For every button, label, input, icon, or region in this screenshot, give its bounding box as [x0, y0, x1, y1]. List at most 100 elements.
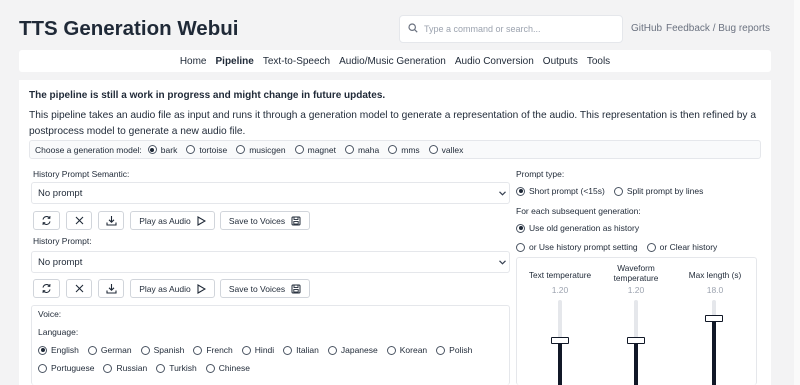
play-icon: [197, 283, 206, 294]
text-temperature-value: 1.20: [551, 285, 569, 295]
prompt-type-label: Prompt type:: [516, 169, 565, 179]
language-option-italian[interactable]: Italian: [283, 345, 319, 355]
command-search[interactable]: [399, 15, 623, 43]
model-option-musicgen[interactable]: musicgen: [236, 145, 286, 155]
model-option-magnet[interactable]: magnet: [294, 145, 336, 155]
radio-selected[interactable]: [38, 345, 47, 355]
github-link[interactable]: GitHub: [631, 23, 662, 34]
main-nav: Home Pipeline Text-to-Speech Audio/Music…: [19, 50, 771, 72]
download-button[interactable]: [98, 279, 124, 298]
language-option-portuguese[interactable]: Portuguese: [38, 363, 94, 373]
language-option-chinese[interactable]: Chinese: [205, 363, 250, 373]
page-scrollbar[interactable]: [794, 0, 800, 385]
play-as-audio-button[interactable]: Play as Audio: [130, 211, 215, 230]
tab-audio-conversion[interactable]: Audio Conversion: [455, 56, 534, 67]
radio[interactable]: [646, 242, 656, 252]
close-icon: [75, 216, 84, 225]
radio[interactable]: [186, 145, 196, 154]
model-label: Choose a generation model:: [35, 144, 142, 155]
radio-selected[interactable]: [516, 186, 525, 196]
language-option-spanish[interactable]: Spanish: [140, 345, 184, 355]
radio[interactable]: [436, 345, 446, 355]
history-prompt-select[interactable]: No prompt: [31, 251, 510, 273]
radio[interactable]: [156, 363, 166, 373]
clear-button[interactable]: [66, 211, 92, 230]
radio[interactable]: [87, 345, 97, 355]
clear-button[interactable]: [66, 279, 92, 298]
radio[interactable]: [241, 345, 251, 355]
radio[interactable]: [283, 345, 293, 355]
text-temperature-slider-handle[interactable]: [551, 337, 569, 344]
model-option-mms[interactable]: mms: [388, 145, 420, 155]
prompt-type-options: Short prompt (<15s) Split prompt by line…: [516, 186, 712, 196]
history-prompt-semantic-select[interactable]: No prompt: [31, 182, 510, 204]
tab-text-to-speech[interactable]: Text-to-Speech: [263, 56, 330, 67]
save-icon: [291, 284, 301, 294]
language-option-korean[interactable]: Korean: [386, 345, 427, 355]
radio[interactable]: [516, 242, 525, 252]
tab-tools[interactable]: Tools: [587, 56, 610, 67]
save-icon: [291, 216, 301, 226]
clear-history-option[interactable]: or Clear history: [646, 242, 717, 252]
language-option-french[interactable]: French: [193, 345, 233, 355]
radio[interactable]: [103, 363, 113, 373]
tab-pipeline[interactable]: Pipeline: [216, 56, 254, 67]
language-option-turkish[interactable]: Turkish: [156, 363, 197, 373]
save-to-voices-button[interactable]: Save to Voices: [220, 211, 310, 230]
chevron-down-icon: [499, 189, 506, 198]
refresh-button[interactable]: [33, 279, 60, 298]
prompt-type-short[interactable]: Short prompt (<15s): [516, 186, 605, 196]
download-icon: [105, 215, 117, 226]
download-button[interactable]: [98, 211, 124, 230]
tab-home[interactable]: Home: [180, 56, 207, 67]
model-selector: Choose a generation model: bark tortoise…: [29, 140, 761, 159]
model-option-bark[interactable]: bark: [147, 145, 177, 155]
radio[interactable]: [294, 145, 304, 154]
radio[interactable]: [193, 345, 203, 355]
waveform-temperature-slider-handle[interactable]: [627, 337, 645, 344]
radio[interactable]: [388, 145, 398, 154]
history-prompt-label: History Prompt:: [33, 236, 92, 246]
radio[interactable]: [428, 145, 438, 154]
radio[interactable]: [205, 363, 215, 373]
model-option-maha[interactable]: maha: [344, 145, 379, 155]
language-option-japanese[interactable]: Japanese: [327, 345, 378, 355]
language-option-russian[interactable]: Russian: [103, 363, 147, 373]
model-option-tortoise[interactable]: tortoise: [186, 145, 227, 155]
play-as-audio-label: Play as Audio: [139, 215, 191, 226]
search-input[interactable]: [424, 24, 604, 34]
radio[interactable]: [140, 345, 150, 355]
tab-audio-music-generation[interactable]: Audio/Music Generation: [339, 56, 446, 67]
language-option-polish[interactable]: Polish: [436, 345, 472, 355]
radio[interactable]: [386, 345, 396, 355]
play-as-audio-label: Play as Audio: [139, 283, 191, 294]
use-history-prompt-option[interactable]: or Use history prompt setting: [516, 242, 638, 252]
refresh-icon: [41, 283, 52, 294]
waveform-temperature-label: Waveform temperature: [613, 263, 659, 283]
tab-outputs[interactable]: Outputs: [543, 56, 578, 67]
radio[interactable]: [38, 363, 47, 373]
close-icon: [75, 284, 84, 293]
model-option-vallex[interactable]: vallex: [428, 145, 463, 155]
history-prompt-semantic-label: History Prompt Semantic:: [33, 169, 130, 179]
prompt-type-split[interactable]: Split prompt by lines: [613, 186, 703, 196]
radio[interactable]: [613, 186, 623, 196]
refresh-button[interactable]: [33, 211, 60, 230]
radio-selected[interactable]: [516, 223, 525, 233]
radio[interactable]: [327, 345, 337, 355]
radio-selected[interactable]: [147, 145, 157, 154]
language-option-german[interactable]: German: [87, 345, 132, 355]
feedback-link[interactable]: Feedback / Bug reports: [666, 23, 770, 34]
use-old-generation-option[interactable]: Use old generation as history: [516, 223, 639, 233]
radio[interactable]: [344, 145, 354, 154]
max-length-slider-handle[interactable]: [705, 315, 723, 322]
refresh-icon: [41, 215, 52, 226]
play-as-audio-button[interactable]: Play as Audio: [130, 279, 215, 298]
language-options-row-1: English German Spanish French Hindi Ital…: [38, 345, 481, 355]
radio[interactable]: [236, 145, 246, 154]
language-option-hindi[interactable]: Hindi: [241, 345, 274, 355]
language-option-english[interactable]: English: [38, 345, 79, 355]
text-temperature-fill: [558, 340, 562, 385]
max-length-value: 18.0: [706, 285, 724, 295]
save-to-voices-button[interactable]: Save to Voices: [220, 279, 310, 298]
